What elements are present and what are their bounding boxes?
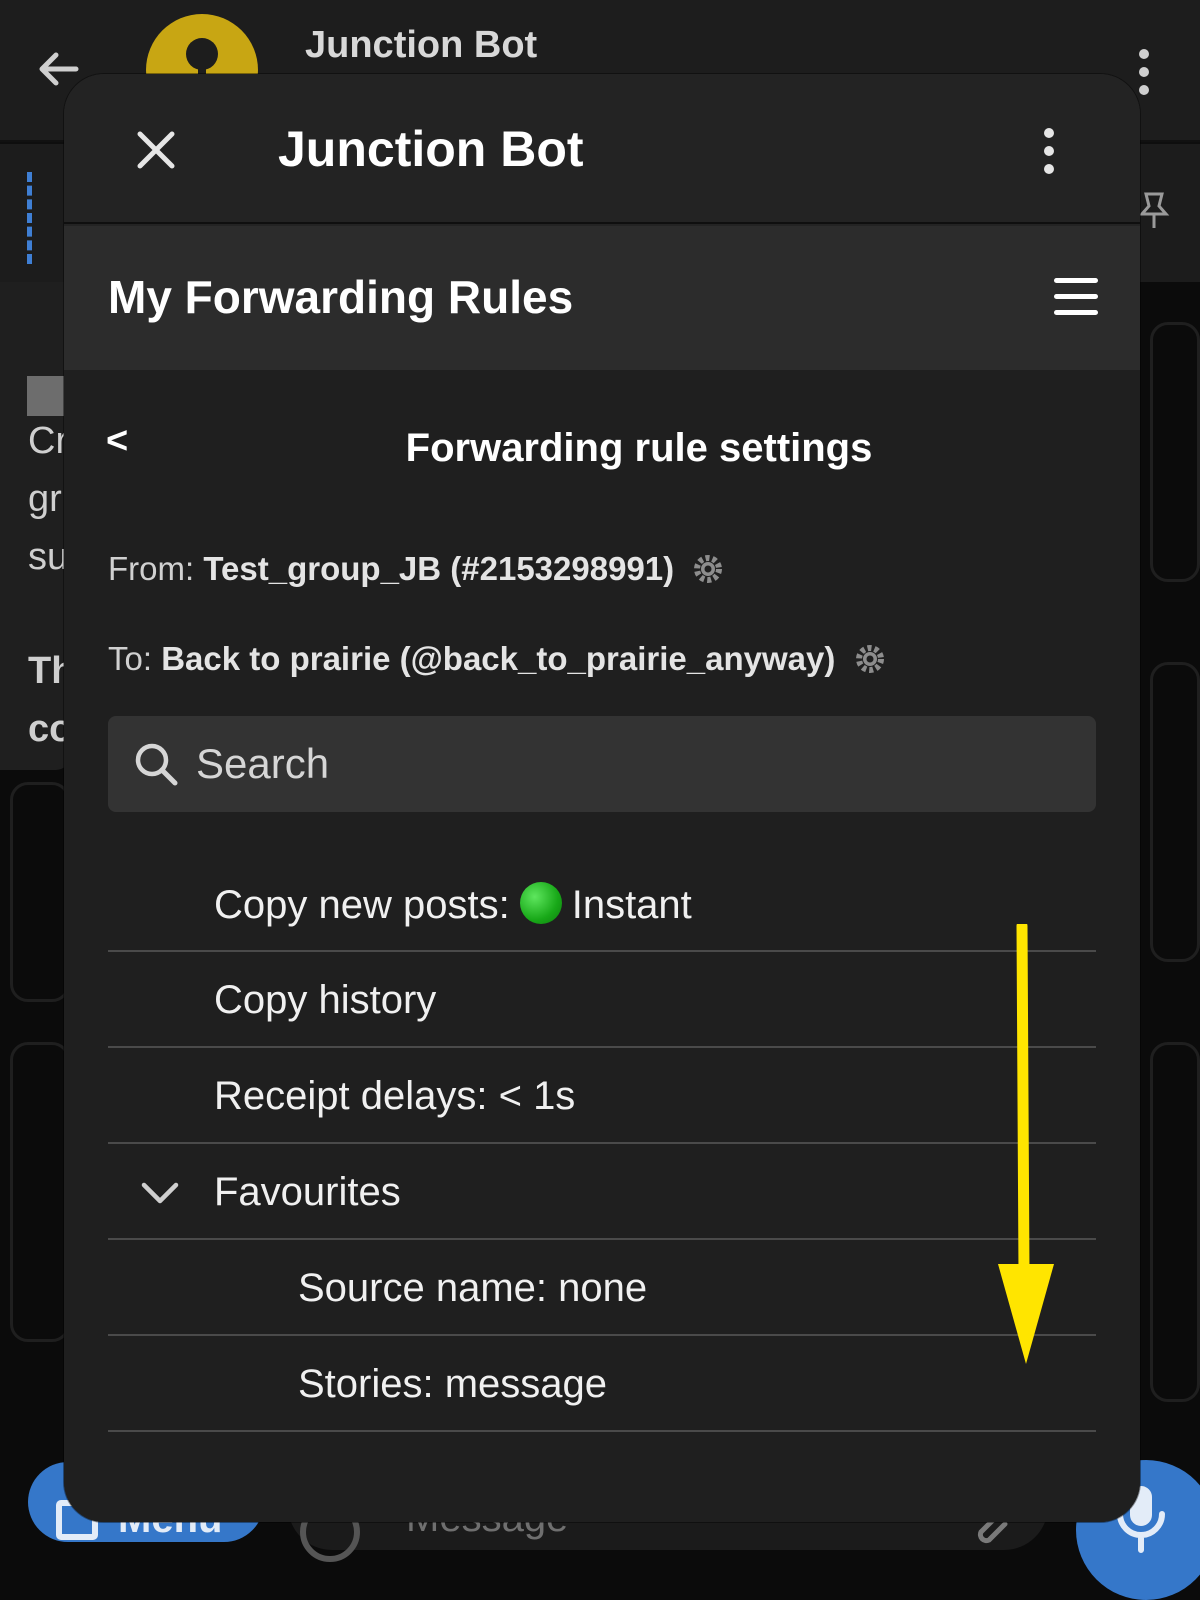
hamburger-menu-icon[interactable] — [1054, 278, 1098, 318]
more-vertical-icon[interactable] — [1034, 126, 1064, 176]
to-line: To: Back to prairie (@back_to_prairie_an… — [108, 640, 887, 678]
settings-content: < Forwarding rule settings From: Test_gr… — [64, 370, 1140, 1522]
message-snippet: gr — [28, 478, 62, 520]
chat-title: Junction Bot — [305, 24, 538, 66]
settings-tree: Copy new posts: Instant Copy history Rece… — [108, 856, 1096, 1432]
gear-icon[interactable] — [691, 552, 725, 586]
copy-new-posts-status: Instant — [571, 883, 692, 927]
tree-item-label: Favourites — [214, 1170, 401, 1214]
pinned-indicator — [27, 172, 32, 264]
close-icon[interactable] — [132, 126, 180, 174]
wallpaper-doodle — [1150, 322, 1200, 582]
tree-item-label: Source name: none — [298, 1266, 648, 1310]
search-box — [108, 716, 1096, 812]
gear-icon[interactable] — [853, 642, 887, 676]
tree-item-stories[interactable]: Stories: message — [108, 1336, 1096, 1432]
from-line: From: Test_group_JB (#2153298991) — [108, 550, 725, 588]
app-title: My Forwarding Rules — [108, 271, 574, 323]
tree-item-receipt-delays[interactable]: Receipt delays: < 1s — [108, 1048, 1096, 1144]
search-input[interactable] — [196, 736, 1056, 792]
search-icon — [135, 743, 178, 786]
page-title: Forwarding rule settings — [405, 426, 873, 470]
sheet-title: Junction Bot — [278, 121, 584, 177]
tree-item-copy-new-posts[interactable]: Copy new posts: Instant — [108, 856, 1096, 952]
tree-item-label: Stories: message — [298, 1362, 608, 1406]
message-snippet: Cr — [28, 420, 69, 462]
wallpaper-doodle — [10, 782, 70, 1002]
to-label: To: — [108, 640, 153, 677]
message-thumbnail — [27, 376, 67, 416]
chevron-down-icon[interactable] — [140, 1178, 180, 1208]
tree-item-source-name[interactable]: Source name: none — [108, 1240, 1096, 1336]
tree-item-favourites[interactable]: Favourites — [108, 1144, 1096, 1240]
tree-item-label: Copy new posts: Instant — [214, 882, 692, 928]
from-value: Test_group_JB (#2153298991) — [203, 550, 675, 587]
tree-item-copy-history[interactable]: Copy history — [108, 952, 1096, 1048]
message-snippet: su — [28, 536, 69, 578]
wallpaper-doodle — [1150, 1042, 1200, 1402]
sheet-header: Junction Bot — [64, 74, 1140, 224]
wallpaper-doodle — [1150, 662, 1200, 962]
tree-item-label: Receipt delays: < 1s — [214, 1074, 576, 1118]
chat-message-bubble — [0, 282, 70, 770]
to-value: Back to prairie (@back_to_prairie_anyway… — [161, 640, 836, 677]
from-label: From: — [108, 550, 195, 587]
copy-new-posts-label: Copy new posts: — [214, 883, 510, 927]
tree-item-label: Copy history — [214, 978, 437, 1022]
app-bar: My Forwarding Rules — [64, 226, 1140, 370]
green-status-dot-icon — [519, 882, 562, 924]
wallpaper-doodle — [10, 1042, 70, 1342]
web-app-sheet: Junction Bot My Forwarding Rules < Forwa… — [64, 74, 1140, 1522]
